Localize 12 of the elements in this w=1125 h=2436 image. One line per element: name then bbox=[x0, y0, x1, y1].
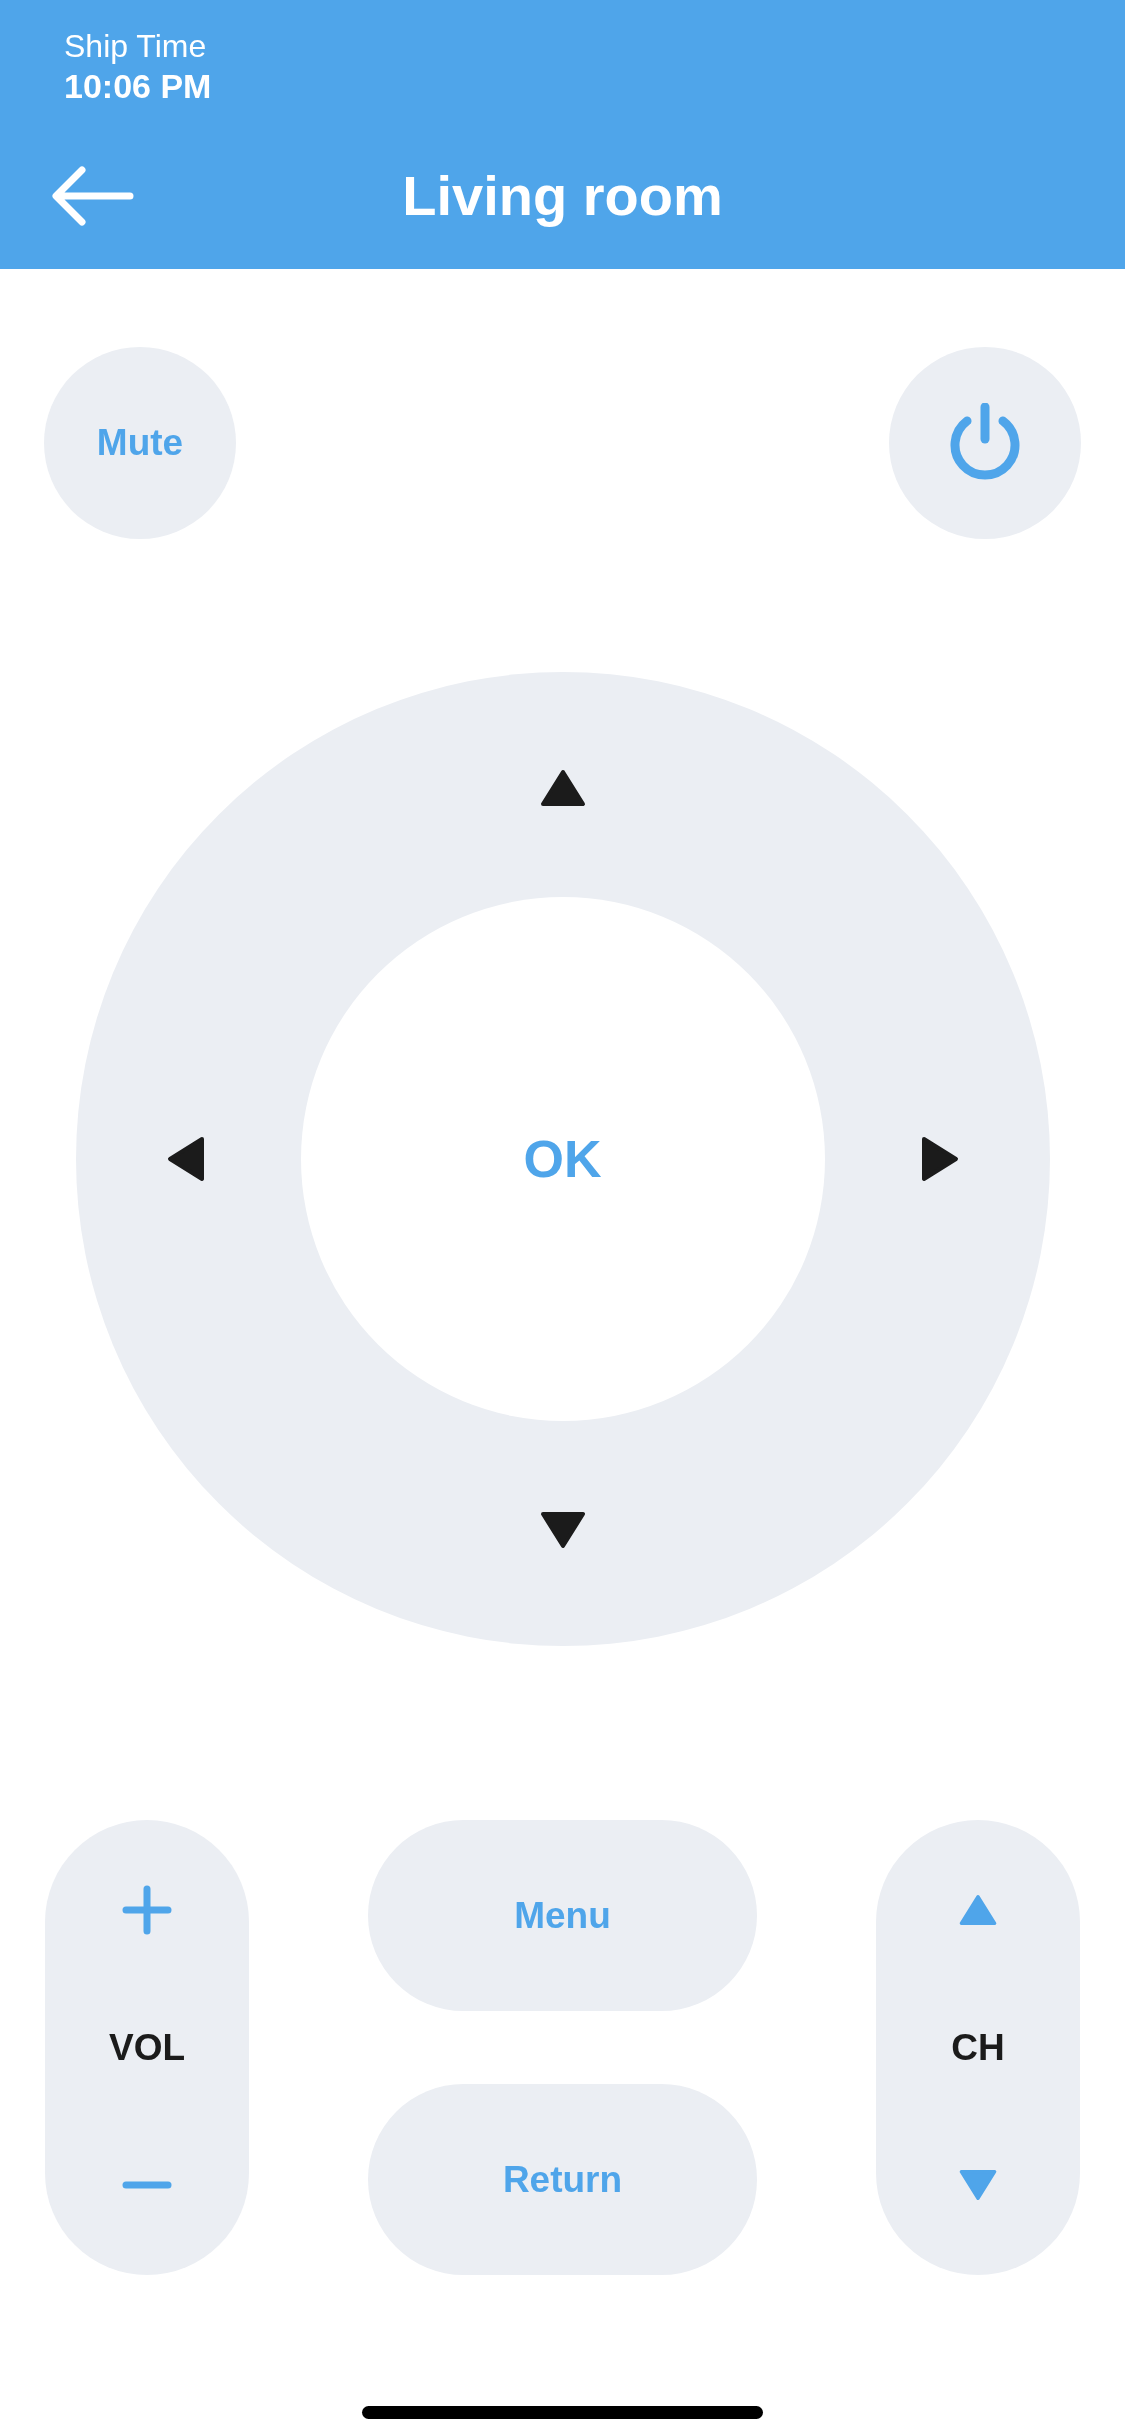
back-arrow-icon bbox=[52, 165, 134, 227]
channel-label: CH bbox=[951, 2025, 1005, 2070]
minus-icon bbox=[122, 2180, 172, 2190]
screen-title: Living room bbox=[402, 163, 723, 229]
remote-button[interactable]: Return bbox=[368, 2084, 757, 2275]
ok-button[interactable]: OK bbox=[300, 897, 825, 1421]
ship-time-label: Ship Time bbox=[64, 27, 208, 66]
remote-button[interactable]: Menu bbox=[368, 1820, 757, 2011]
mute-button[interactable]: Mute bbox=[44, 347, 236, 539]
volume-label: VOL bbox=[108, 2025, 186, 2070]
plus-icon bbox=[122, 1885, 172, 1935]
ship-time-value: 10:06 PM bbox=[64, 66, 213, 106]
